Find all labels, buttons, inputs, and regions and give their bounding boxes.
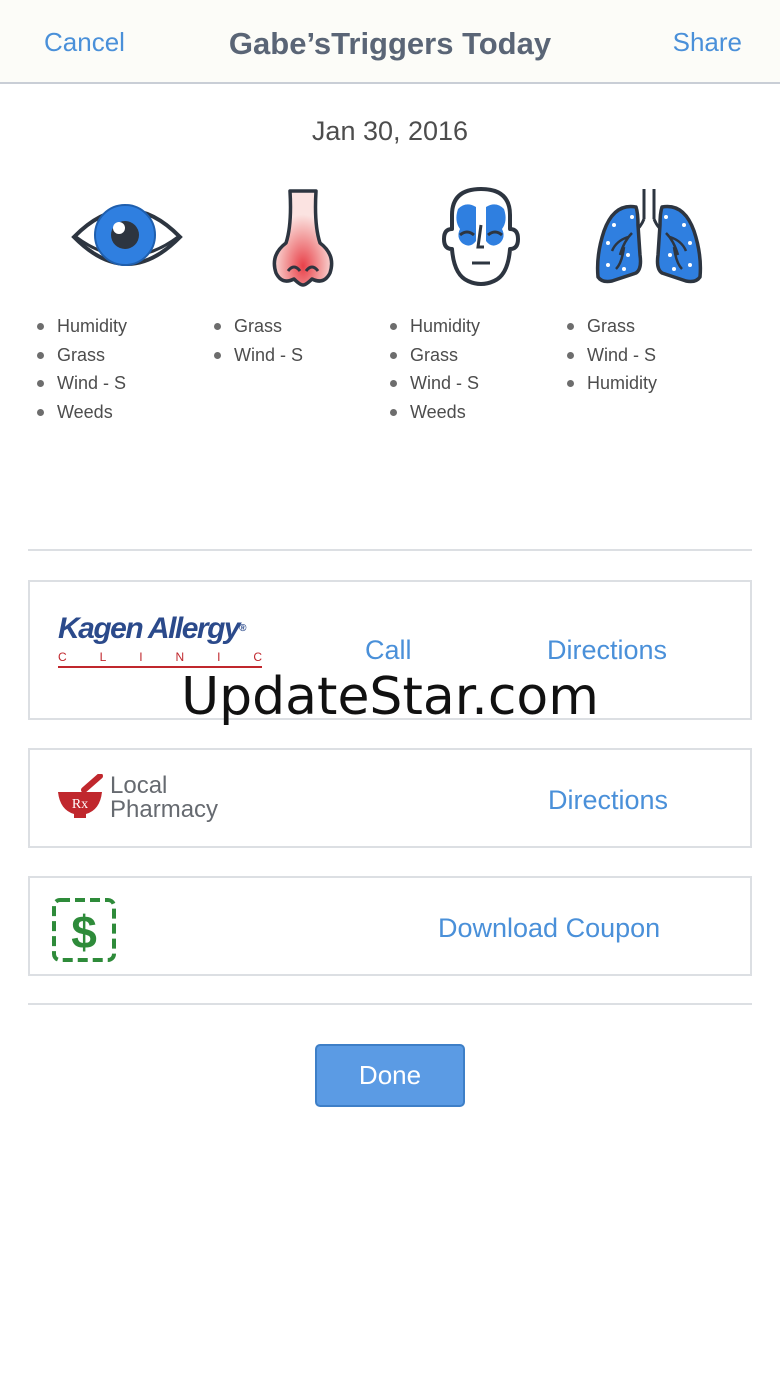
pharmacy-card: Rx Local Pharmacy Directions [28, 748, 752, 848]
clinic-logo: Kagen Allergy® [58, 612, 246, 645]
pharmacy-logo-text: Local Pharmacy [110, 772, 219, 823]
watermark-text: UpdateStar.com [181, 667, 599, 727]
list-item: Grass [567, 312, 657, 341]
nose-icon [268, 185, 338, 290]
list-item: Grass [390, 341, 480, 370]
navigation-bar: Cancel Gabe’sTriggers Today Share [0, 0, 780, 84]
list-item: Wind - S [390, 369, 480, 398]
list-item: Grass [214, 312, 303, 341]
pharmacy-directions-button[interactable]: Directions [548, 784, 668, 816]
eye-icon [70, 185, 184, 290]
nose-trigger-list: Grass Wind - S [214, 312, 303, 369]
list-item: Wind - S [214, 341, 303, 370]
page-title: Gabe’sTriggers Today [228, 26, 552, 61]
list-item: Grass [37, 341, 127, 370]
download-coupon-button[interactable]: Download Coupon [438, 912, 660, 944]
mortar-pestle-icon: Rx [56, 773, 104, 822]
coupon-card: $ Download Coupon [28, 876, 752, 976]
list-item: Wind - S [37, 369, 127, 398]
lungs-icon [594, 185, 704, 290]
svg-text:Rx: Rx [72, 797, 88, 812]
lungs-trigger-list: Grass Wind - S Humidity [567, 312, 657, 398]
list-item: Wind - S [567, 341, 657, 370]
call-clinic-button[interactable]: Call [365, 634, 412, 666]
done-button[interactable]: Done [315, 1044, 465, 1107]
list-item: Weeds [37, 398, 127, 427]
sinus-face-icon [440, 185, 522, 290]
list-item: Humidity [37, 312, 127, 341]
dollar-coupon-icon: $ [52, 898, 116, 962]
eye-trigger-list: Humidity Grass Wind - S Weeds [37, 312, 127, 427]
share-button[interactable]: Share [673, 26, 742, 58]
section-divider [28, 1003, 752, 1005]
clinic-directions-button[interactable]: Directions [547, 634, 667, 666]
sinus-trigger-list: Humidity Grass Wind - S Weeds [390, 312, 480, 427]
list-item: Weeds [390, 398, 480, 427]
list-item: Humidity [390, 312, 480, 341]
list-item: Humidity [567, 369, 657, 398]
section-divider [28, 549, 752, 551]
report-date: Jan 30, 2016 [311, 116, 469, 146]
svg-text:$: $ [71, 906, 97, 958]
